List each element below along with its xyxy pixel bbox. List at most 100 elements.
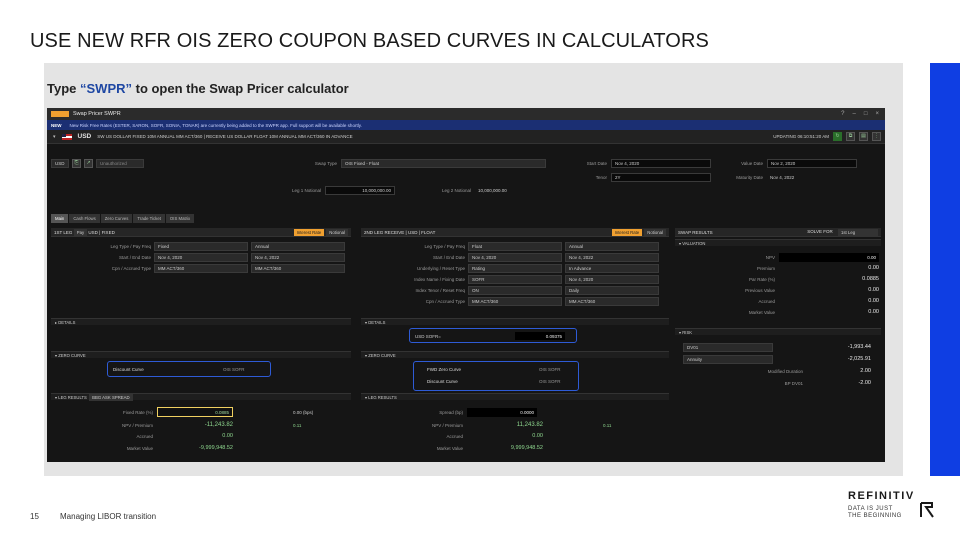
swap-type-label: Swap Type xyxy=(314,161,337,166)
maximize-icon[interactable]: □ xyxy=(864,111,868,117)
results-title: SWAP RESULTS xyxy=(678,229,713,235)
leg2-details[interactable]: ▾ DETAILS xyxy=(361,318,669,325)
leg2-field-value-b[interactable]: MM ACT/360 xyxy=(565,296,659,306)
leg1-field-value-b[interactable]: Annual xyxy=(251,241,345,251)
value-date-input[interactable]: Nov 2, 2020 xyxy=(767,159,857,168)
leg2-field-value-b[interactable]: Nov 4, 2020 xyxy=(565,274,659,284)
leg1-field-value-b[interactable]: MM ACT/360 xyxy=(251,263,345,273)
leg1-mv-label: Market Value xyxy=(126,445,153,451)
leg2-field-value-b[interactable]: Daily xyxy=(565,285,659,295)
ccy-select[interactable]: USD xyxy=(51,159,69,168)
bp-dv01-value: -2.00 xyxy=(858,380,871,386)
start-date-input[interactable]: Nov 4, 2020 xyxy=(611,159,711,168)
leg1-ccy: USD xyxy=(88,229,98,235)
leg1-field-row: Leg Type / Pay Freq Fixed Annual xyxy=(51,241,345,251)
leg1-notional-toggle[interactable]: Notional xyxy=(326,228,348,236)
tab-cash-flows[interactable]: Cash Flows xyxy=(69,214,100,223)
tab-ois-matrix[interactable]: OIS Matrix xyxy=(165,214,195,223)
leg1-details[interactable]: ▸ DETAILS xyxy=(51,318,351,325)
leg1-field-label: Leg Type / Pay Freq xyxy=(110,243,151,249)
app-logo-icon xyxy=(51,111,69,117)
leg2-field-value-a[interactable]: MM ACT/360 xyxy=(468,296,562,306)
copy-icon[interactable]: ⎘ xyxy=(72,159,81,168)
leg2-field-value-b[interactable]: In Advance xyxy=(565,263,659,273)
leg2-field-value-b[interactable]: Nov 4, 2022 xyxy=(565,252,659,262)
result-row: Accrued 0.00 xyxy=(683,297,879,305)
spread-input[interactable]: 0.0000 xyxy=(467,407,537,417)
leg2-spread-row: Spread (bp) 0.0000 xyxy=(407,407,537,417)
minimize-icon[interactable]: – xyxy=(853,111,856,117)
leg2-field-value-b[interactable]: Annual xyxy=(565,241,659,251)
leg2-field-value-a[interactable]: SOFR xyxy=(468,274,562,284)
leg2-field-value-a[interactable]: ON xyxy=(468,285,562,295)
leg2-field-value-a[interactable]: Nov 4, 2020 xyxy=(468,252,562,262)
link-icon[interactable]: ↗ xyxy=(84,159,93,168)
leg1-results-header[interactable]: ▾ LEG RESULTS BBG ASK SPREAD xyxy=(51,393,351,401)
leg1-field-value-b[interactable]: Nov 4, 2022 xyxy=(251,252,345,262)
leg2-results-header[interactable]: ▾ LEG RESULTS xyxy=(361,393,669,400)
result-row: Premium 0.00 xyxy=(683,264,879,272)
leg1-field-row: Start / End Date Nov 4, 2020 Nov 4, 2022 xyxy=(51,252,345,262)
help-icon[interactable]: ? xyxy=(841,111,844,117)
risk-header[interactable]: ▾ RISK xyxy=(675,328,881,335)
tab-trade-ticket[interactable]: Trade Ticket xyxy=(133,214,165,223)
print-icon[interactable]: ▤ xyxy=(859,132,868,141)
leg1-zero-curve[interactable]: ▾ ZERO CURVE xyxy=(51,351,351,358)
leg1-pay-select[interactable]: Pay xyxy=(73,228,88,236)
tab-main[interactable]: Main xyxy=(51,214,69,223)
leg2-zero-curve-label: ZERO CURVE xyxy=(368,352,396,358)
value-date-row: Value Date Nov 2, 2020 xyxy=(723,159,857,168)
leg1-npv-row: NPV / Premium -11,243.82 0.11 xyxy=(97,421,301,429)
leg2-title: 2ND LEG xyxy=(364,229,384,235)
leg2-field-value-a[interactable]: Float xyxy=(468,241,562,251)
refinitiv-logo: REFINITIV DATA IS JUST THE BEGINNING xyxy=(848,490,948,530)
leg2-zero-curve[interactable]: ▾ ZERO CURVE xyxy=(361,351,669,358)
export-icon[interactable]: ⧉ xyxy=(846,132,855,141)
fixed-rate-input[interactable]: 0.0885 xyxy=(157,407,233,417)
leg1-field-value-a[interactable]: MM ACT/360 xyxy=(154,263,248,273)
main-tabs: Main Cash Flows Zero Curves Trade Ticket… xyxy=(51,214,195,223)
risk-label: RISK xyxy=(682,329,693,335)
mod-dur-value: 2.00 xyxy=(860,368,871,374)
leg1-field-value-a[interactable]: Nov 4, 2020 xyxy=(154,252,248,262)
leg1-field-value-a[interactable]: Fixed xyxy=(154,241,248,251)
leg2-field-row: Start / End Date Nov 4, 2020 Nov 4, 2022 xyxy=(355,252,659,262)
maturity-date-value: Nov 4, 2022 xyxy=(770,175,795,180)
slide-subtitle: Type “SWPR” to open the Swap Pricer calc… xyxy=(47,81,349,96)
valuation-header[interactable]: ▾ VALUATION xyxy=(675,239,881,246)
leg1-interest-rate-toggle[interactable]: Interest Rate xyxy=(293,228,325,236)
leg1-result-option[interactable]: BBG ASK SPREAD xyxy=(89,393,133,401)
leg1-discount-select[interactable]: OIS SOFR xyxy=(223,367,245,372)
refresh-icon[interactable]: ↻ xyxy=(833,132,842,141)
tenor-input[interactable]: 2Y xyxy=(611,173,711,182)
mod-dur-label: Modified Duration xyxy=(767,368,803,374)
spread-label: Spread (bp) xyxy=(439,409,463,415)
annuity-row: Annuity -2,025.91 xyxy=(683,354,871,364)
leg2-notional-toggle[interactable]: Notional xyxy=(644,228,666,236)
annuity-select[interactable]: Annuity xyxy=(683,354,773,364)
valuation-label: VALUATION xyxy=(682,240,706,246)
dv01-value: -1,993.44 xyxy=(847,344,871,350)
leg2-receive[interactable]: RECEIVE xyxy=(385,230,405,235)
start-date-label: Start Date xyxy=(586,161,607,166)
leg2-discount-select[interactable]: OIS SOFR xyxy=(539,379,561,384)
leg1-field-label: Start / End Date xyxy=(118,254,151,260)
leg2-interest-rate-toggle[interactable]: Interest Rate xyxy=(611,228,643,236)
settings-icon[interactable]: ⋮ xyxy=(872,132,881,141)
close-icon[interactable]: × xyxy=(875,111,879,117)
unauthorized-select[interactable]: Unauthorized xyxy=(96,159,144,168)
dv01-select[interactable]: DV01 xyxy=(683,342,773,352)
tab-zero-curves[interactable]: Zero Curves xyxy=(100,214,133,223)
solve-for-select[interactable]: 1st Leg xyxy=(838,228,878,236)
leg2-fwd-select[interactable]: OIS SOFR xyxy=(539,367,561,372)
leg2-npv-value: 11,243.82 xyxy=(516,422,543,428)
dv01-row: DV01 -1,993.44 xyxy=(683,342,871,352)
leg2-accrued-row: Accrued 0.00 xyxy=(407,432,543,440)
leg2-field-value-a[interactable]: Rating xyxy=(468,263,562,273)
leg2-discount-label: Discount Curve xyxy=(427,378,458,384)
toolbar-left: USD ⎘ ↗ Unauthorized xyxy=(51,159,144,168)
leg1-notional-input[interactable]: 10,000,000.00 xyxy=(325,186,395,195)
collapse-icon[interactable]: ▾ xyxy=(53,134,56,140)
result-row: Par Rate (%) 0.0885 xyxy=(683,275,879,283)
swap-type-select[interactable]: OIS Fixed - Float xyxy=(341,159,546,168)
